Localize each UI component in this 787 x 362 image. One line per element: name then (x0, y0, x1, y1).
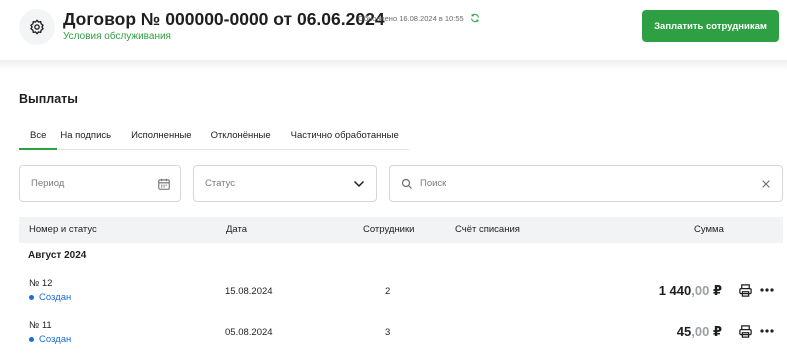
status-badge: Создан (29, 292, 71, 303)
period-placeholder: Период (31, 178, 65, 189)
page-title: Договор № 000000-0000 от 06.06.2024 (63, 9, 385, 29)
updated-timestamp: Обновлено 16.08.2024 в 10:55 (358, 13, 480, 23)
payment-number: № 12 (29, 278, 53, 289)
payment-amount: 45,00 ₽ (677, 324, 722, 340)
employees-count: 3 (385, 327, 391, 338)
search-placeholder: Поиск (420, 178, 447, 189)
payment-amount: 1 440,00 ₽ (659, 283, 722, 299)
table-row[interactable]: № 12 Создан 15.08.2024 2 1 440,00 ₽ (19, 278, 783, 320)
status-badge: Создан (29, 334, 71, 345)
page-header: Договор № 000000-0000 от 06.06.2024 Усло… (0, 0, 787, 60)
settings-button[interactable] (19, 9, 55, 45)
column-account: Счёт списания (455, 224, 520, 235)
print-icon[interactable] (738, 283, 753, 298)
status-dot-icon (29, 337, 34, 342)
payment-number: № 11 (29, 320, 52, 331)
group-heading: Август 2024 (28, 250, 87, 261)
status-dot-icon (29, 295, 34, 300)
print-icon[interactable] (738, 324, 753, 339)
tab-to-sign[interactable]: На подпись (60, 124, 111, 150)
amount-cents: ,00 (691, 283, 710, 298)
payment-date: 15.08.2024 (225, 286, 273, 297)
currency-sign: ₽ (712, 324, 722, 339)
table-row[interactable]: № 11 Создан 05.08.2024 3 45,00 ₽ (19, 320, 783, 362)
more-icon[interactable] (760, 329, 774, 333)
payment-date: 05.08.2024 (225, 327, 273, 338)
amount-integer: 45 (676, 324, 692, 339)
header-divider (0, 60, 787, 70)
tab-all[interactable]: Все (19, 124, 58, 150)
more-icon[interactable] (760, 288, 774, 292)
tabs: Все На подпись Исполненные Отклонённые Ч… (19, 124, 409, 150)
amount-integer: 1 440 (658, 283, 692, 298)
column-number-status: Номер и статус (29, 224, 97, 235)
employees-count: 2 (385, 286, 391, 297)
calendar-icon[interactable] (157, 177, 171, 191)
search-input[interactable]: Поиск (389, 165, 783, 202)
column-amount: Сумма (694, 224, 724, 235)
chevron-down-icon (353, 179, 365, 189)
service-terms-link[interactable]: Условия обслуживания (63, 31, 171, 42)
period-field[interactable]: Период (19, 165, 181, 202)
close-icon[interactable] (761, 179, 771, 189)
section-title: Выплаты (19, 92, 78, 106)
updated-text: Обновлено 16.08.2024 в 10:55 (358, 13, 464, 23)
pay-employees-button[interactable]: Заплатить сотрудникам (642, 10, 779, 42)
tab-partially-processed[interactable]: Частично обработанные (291, 124, 399, 150)
amount-cents: ,00 (691, 324, 710, 339)
status-text: Создан (39, 334, 72, 345)
tab-rejected[interactable]: Отклонённые (211, 124, 271, 150)
column-employees: Сотрудники (363, 224, 415, 235)
table-header: Номер и статус Дата Сотрудники Счёт спис… (19, 217, 783, 243)
status-placeholder: Статус (205, 178, 236, 189)
currency-sign: ₽ (712, 283, 722, 298)
tab-completed[interactable]: Исполненные (131, 124, 191, 150)
status-text: Создан (39, 292, 72, 303)
column-date: Дата (226, 224, 248, 235)
gear-icon (29, 19, 45, 35)
status-select[interactable]: Статус (193, 165, 377, 202)
search-icon (401, 178, 413, 190)
refresh-icon[interactable] (470, 13, 480, 23)
